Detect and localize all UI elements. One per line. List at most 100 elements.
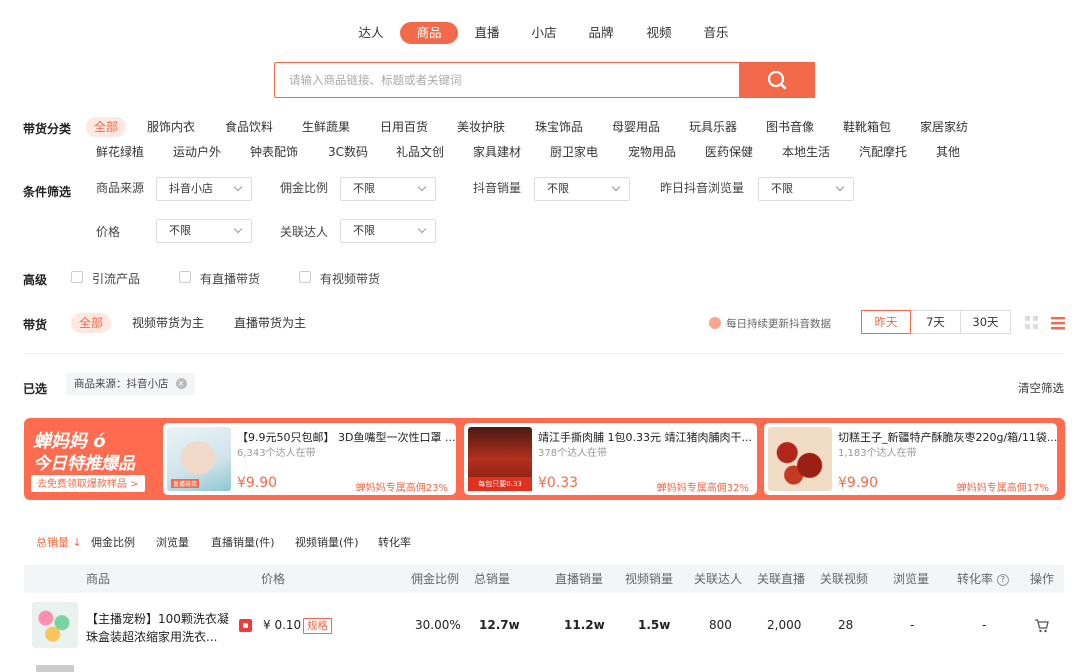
product-image: 每包只要0.33: [468, 427, 532, 491]
category-item[interactable]: 钟表配饰: [250, 142, 298, 162]
category-item[interactable]: 日用百货: [380, 117, 428, 137]
tab-video[interactable]: 视频: [642, 22, 676, 44]
card-title: 【9.9元50只包邮】 3D鱼嘴型一次性口罩 ...: [237, 431, 456, 444]
row-video: 1.5w: [638, 618, 671, 632]
category-item[interactable]: 运动户外: [173, 142, 221, 162]
spec-tag[interactable]: 规格: [303, 618, 332, 634]
period-yesterday[interactable]: 昨天: [861, 310, 911, 334]
selling-all[interactable]: 全部: [71, 313, 112, 333]
tab-shop[interactable]: 小店: [527, 22, 561, 44]
category-item[interactable]: 宠物用品: [628, 142, 676, 162]
sort-video-sales[interactable]: 视频销量(件): [295, 534, 359, 550]
category-item[interactable]: 玩具乐器: [689, 117, 737, 137]
checkbox-traffic[interactable]: [71, 271, 83, 283]
category-item[interactable]: 母婴用品: [612, 117, 660, 137]
price-value: 不限: [169, 224, 191, 237]
close-icon[interactable]: ×: [175, 378, 187, 389]
category-item[interactable]: 3C数码: [328, 142, 368, 162]
update-notice: 每日持续更新抖音数据: [726, 318, 831, 330]
category-item[interactable]: 家居家纺: [920, 117, 968, 137]
category-item[interactable]: 生鲜蔬果: [302, 117, 350, 137]
arrow-down-icon: ↓: [72, 536, 82, 549]
category-item[interactable]: 服饰内衣: [147, 117, 195, 137]
search-icon: [767, 70, 787, 90]
clear-filters-link[interactable]: 清空筛选: [1018, 380, 1064, 396]
th-action: 操作: [1030, 572, 1055, 586]
promo-card[interactable]: 直播链接 【9.9元50只包邮】 3D鱼嘴型一次性口罩 ... 6,343个达人…: [163, 423, 456, 495]
category-item[interactable]: 美妆护肤: [457, 117, 505, 137]
row-live-count: 2,000: [767, 618, 802, 632]
card-price: ¥0.33: [538, 475, 579, 491]
product-image: [768, 427, 832, 491]
row-views: -: [910, 618, 915, 632]
th-commission[interactable]: 佣金比例: [411, 565, 459, 593]
grid-view-icon[interactable]: [1025, 316, 1039, 330]
views-select[interactable]: 不限: [758, 177, 854, 201]
promo-card[interactable]: 每包只要0.33 靖江手撕肉脯 1包0.33元 靖江猪肉脯肉干... 378个达…: [464, 423, 757, 495]
sort-total-sales[interactable]: 总销量 ↓: [36, 534, 82, 550]
tab-kol[interactable]: 达人: [355, 22, 387, 44]
tab-brand[interactable]: 品牌: [584, 22, 618, 44]
kol-select[interactable]: 不限: [340, 219, 436, 243]
period-30days[interactable]: 30天: [961, 310, 1011, 334]
category-item[interactable]: 医药保健: [705, 142, 753, 162]
promo-card[interactable]: 切糕王子_新疆特产酥脆灰枣220g/箱/11袋... 1,183个达人在带 ¥9…: [764, 423, 1057, 495]
category-all[interactable]: 全部: [86, 117, 127, 137]
sales-select[interactable]: 不限: [534, 177, 630, 201]
checkbox-video[interactable]: [299, 271, 311, 283]
card-commission: 蝉妈妈专属高佣32%: [656, 483, 749, 494]
category-item[interactable]: 礼品文创: [396, 142, 444, 162]
tab-music[interactable]: 音乐: [699, 22, 733, 44]
category-item[interactable]: 其他: [936, 142, 960, 162]
category-item[interactable]: 本地生活: [782, 142, 830, 162]
selected-label: 已选: [23, 382, 48, 396]
checkbox-live[interactable]: [179, 271, 191, 283]
search-input[interactable]: 请输入商品链接、标题或者关键词: [289, 63, 462, 97]
chevron-down-icon: [417, 224, 427, 234]
selling-video[interactable]: 视频带货为主: [132, 313, 204, 333]
kol-label: 关联达人: [280, 225, 329, 239]
views-label: 昨日抖音浏览量: [660, 181, 745, 195]
th-price: 价格: [261, 572, 286, 586]
sort-views[interactable]: 浏览量: [156, 534, 189, 550]
th-live[interactable]: 直播销量: [555, 565, 603, 593]
tab-products[interactable]: 商品: [400, 22, 458, 44]
th-kol[interactable]: 关联达人: [694, 565, 742, 593]
row-video-count: 28: [838, 618, 854, 632]
category-item[interactable]: 图书音像: [766, 117, 814, 137]
banner-cta-button[interactable]: 去免费领取爆款样品 >: [31, 475, 145, 492]
th-total[interactable]: 总销量: [474, 565, 510, 593]
th-conversion[interactable]: 转化率 ?: [957, 565, 1009, 593]
category-item[interactable]: 汽配摩托: [859, 142, 907, 162]
th-views[interactable]: 浏览量: [893, 565, 929, 593]
shop-icon: [239, 619, 252, 632]
category-item[interactable]: 珠宝饰品: [535, 117, 583, 137]
product-thumbnail[interactable]: [32, 602, 78, 648]
commission-select[interactable]: 不限: [340, 177, 436, 201]
list-view-icon[interactable]: [1051, 316, 1065, 330]
tab-live[interactable]: 直播: [470, 22, 504, 44]
th-video[interactable]: 视频销量: [625, 565, 673, 593]
category-item[interactable]: 食品饮料: [225, 117, 273, 137]
sort-conversion[interactable]: 转化率: [378, 534, 411, 550]
sort-commission[interactable]: 佣金比例: [91, 534, 135, 550]
th-video-count[interactable]: 关联视频: [820, 565, 868, 593]
category-item[interactable]: 厨卫家电: [550, 142, 598, 162]
row-total: 12.7w: [479, 618, 520, 632]
advanced-label: 高级: [23, 273, 48, 287]
th-live-count[interactable]: 关联直播: [757, 565, 805, 593]
product-title-line2[interactable]: 珠盒装超浓缩家用洗衣...: [86, 628, 217, 645]
source-select[interactable]: 抖音小店: [156, 177, 252, 201]
category-item[interactable]: 鲜花绿植: [96, 142, 144, 162]
category-item[interactable]: 鞋靴箱包: [843, 117, 891, 137]
period-7days[interactable]: 7天: [911, 310, 961, 334]
category-item[interactable]: 家具建材: [473, 142, 521, 162]
product-title-line1[interactable]: 【主播宠粉】100颗洗衣凝: [86, 610, 229, 627]
selling-live[interactable]: 直播带货为主: [234, 313, 306, 333]
filter-label: 条件筛选: [23, 185, 72, 199]
search-button[interactable]: [739, 62, 815, 98]
sort-live-sales[interactable]: 直播销量(件): [211, 534, 275, 550]
cart-icon[interactable]: [1034, 618, 1050, 634]
help-icon: ?: [996, 573, 1009, 586]
price-select[interactable]: 不限: [156, 219, 252, 243]
